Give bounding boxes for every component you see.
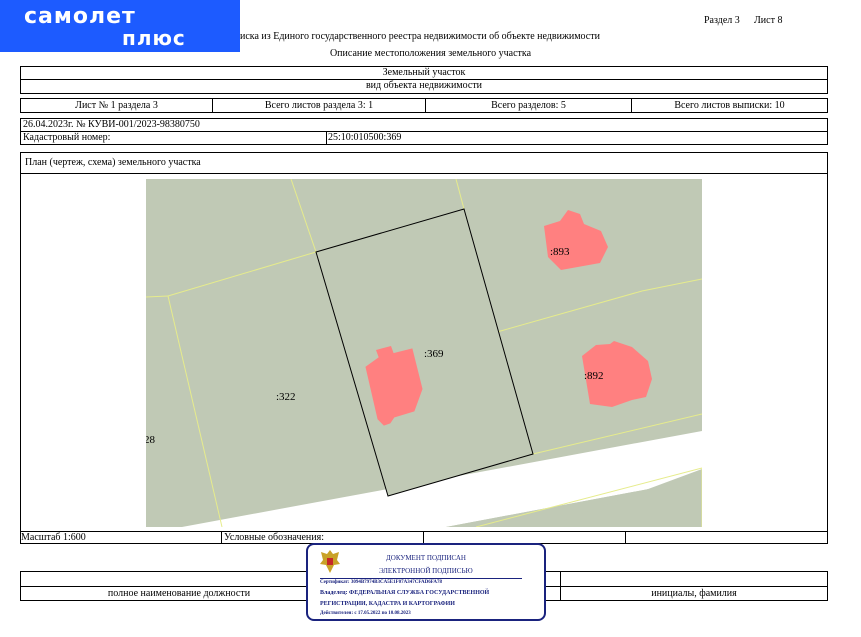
- label-322: :322: [276, 391, 296, 403]
- object-kind-row: вид объекта недвижимости: [20, 80, 828, 94]
- name-label: инициалы, фамилия: [651, 588, 737, 599]
- section-sheets-total: Всего листов раздела 3: 1: [264, 100, 374, 111]
- info-row: Лист № 1 раздела 3 Всего листов раздела …: [20, 98, 828, 113]
- object-kind: вид объекта недвижимости: [365, 80, 483, 91]
- date-number-row: 26.04.2023г. № КУВИ-001/2023-98380750: [20, 118, 828, 132]
- cadastral-label: Кадастровый номер:: [23, 132, 111, 143]
- stamp-validity: Действителен: с 17.05.2022 по 10.08.2023: [320, 611, 411, 616]
- label-893: :893: [550, 246, 570, 258]
- label-28: 28: [146, 434, 156, 446]
- stamp-subtitle: ЭЛЕКТРОННОЙ ПОДПИСЬЮ: [379, 567, 473, 575]
- document-title: иска из Единого государственного реестра…: [240, 31, 600, 42]
- electronic-signature-stamp: ДОКУМЕНТ ПОДПИСАН ЭЛЕКТРОННОЙ ПОДПИСЬЮ С…: [306, 543, 546, 621]
- stamp-title: ДОКУМЕНТ ПОДПИСАН: [386, 554, 466, 562]
- section-label: Раздел 3: [704, 15, 740, 26]
- cadastral-map: :369 :322 :893 :892 28: [146, 179, 702, 527]
- extract-sheets-total: Всего листов выписки: 10: [674, 100, 785, 111]
- map-svg: :369 :322 :893 :892 28: [146, 179, 702, 527]
- plan-title: План (чертеж, схема) земельного участка: [25, 157, 201, 168]
- cadastral-row: Кадастровый номер: 25:10:010500:369: [20, 131, 828, 145]
- sheet-of-section: Лист № 1 раздела 3: [75, 100, 158, 111]
- brand-line1: самолет: [24, 4, 136, 29]
- stamp-owner-2: РЕГИСТРАЦИИ, КАДАСТРА И КАРТОГРАФИИ: [320, 601, 455, 607]
- eagle-emblem-icon: [320, 550, 340, 573]
- legend-label: Условные обозначения:: [224, 532, 325, 543]
- brand-line2: плюс: [122, 26, 186, 50]
- date-number: 26.04.2023г. № КУВИ-001/2023-98380750: [23, 119, 200, 130]
- stamp-certificate: Сертификат: 3094B7974B3CA5E1F07A347CFAD6…: [320, 580, 443, 585]
- scale-label: Масштаб 1:600: [21, 532, 86, 543]
- cadastral-number: 25:10:010500:369: [328, 132, 402, 143]
- object-name: Земельный участок: [382, 67, 466, 78]
- document-subtitle: Описание местоположения земельного участ…: [329, 48, 532, 59]
- label-892: :892: [584, 370, 604, 382]
- sections-total: Всего разделов: 5: [491, 100, 566, 111]
- brand-logo: самолет плюс: [0, 0, 240, 52]
- stamp-owner: Владелец: ФЕДЕРАЛЬНАЯ СЛУЖБА ГОСУДАРСТВЕ…: [320, 590, 490, 596]
- position-label: полное наименование должности: [107, 588, 251, 599]
- sheet-label: Лист 8: [754, 15, 783, 26]
- label-369: :369: [424, 348, 444, 360]
- object-row: Земельный участок: [20, 66, 828, 80]
